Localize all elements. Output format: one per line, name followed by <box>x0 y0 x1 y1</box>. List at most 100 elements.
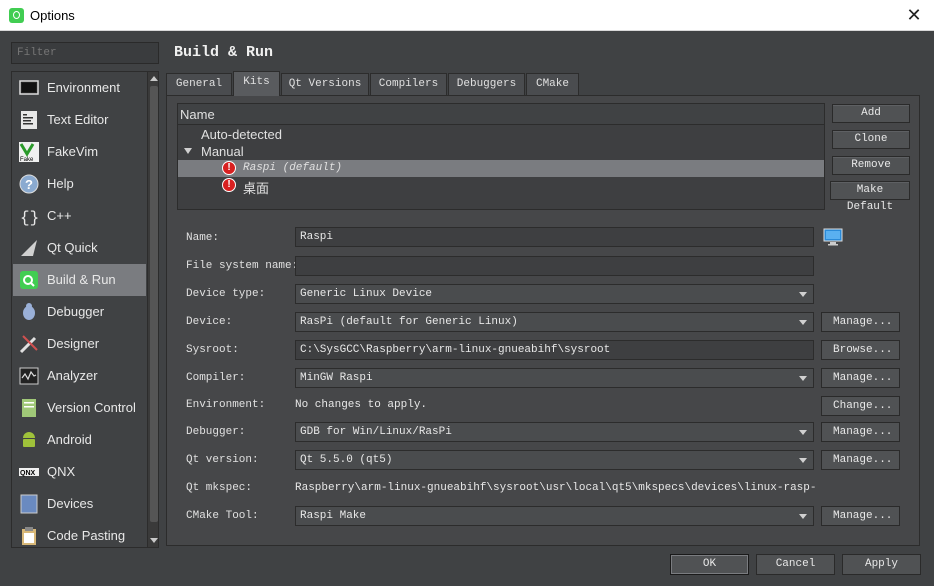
text-editor-icon <box>21 111 37 129</box>
error-icon: ! <box>222 161 236 175</box>
build-run-icon <box>20 271 38 289</box>
cancel-button[interactable]: Cancel <box>756 554 835 575</box>
qt-mkspec-field[interactable]: Raspberry\arm-linux-gnueabihf\sysroot\us… <box>295 482 815 494</box>
chevron-down-icon <box>799 430 807 435</box>
category-list: Environment Text Editor Fake FakeVim ? H… <box>11 71 159 548</box>
qt-version-label: Qt version: <box>186 454 259 466</box>
analyzer-icon <box>19 367 39 385</box>
error-icon: ! <box>222 178 236 192</box>
android-icon <box>23 432 35 447</box>
qt-version-value: Qt 5.5.0 (qt5) <box>300 454 393 466</box>
debugger-label: Debugger: <box>186 426 246 438</box>
category-qt-quick[interactable]: Qt Quick <box>13 232 146 264</box>
chevron-down-icon[interactable] <box>184 148 192 154</box>
sysroot-field[interactable]: C:\SysGCC\Raspberry\arm-linux-gnueabihf\… <box>295 340 814 360</box>
close-icon[interactable]: ✕ <box>894 0 934 31</box>
tree-group-manual[interactable]: Manual <box>178 143 824 160</box>
svg-text:{}: {} <box>20 209 39 226</box>
ok-button[interactable]: OK <box>670 554 749 575</box>
sysroot-label: Sysroot: <box>186 344 239 356</box>
svg-text:?: ? <box>25 177 33 192</box>
scroll-down-icon[interactable] <box>150 538 158 543</box>
qt-creator-app-icon <box>9 8 24 23</box>
clone-button[interactable]: Clone <box>832 130 910 149</box>
device-value: RasPi (default for Generic Linux) <box>300 316 518 328</box>
category-qnx[interactable]: QNX QNX <box>13 456 146 488</box>
cmake-tool-select[interactable]: Raspi Make <box>295 506 814 526</box>
category-designer[interactable]: Designer <box>13 328 146 360</box>
kit-tree: Name Auto-detected Manual ! Raspi (defau… <box>177 103 825 210</box>
tab-qt-versions[interactable]: Qt Versions <box>281 73 369 95</box>
file-system-name-field[interactable] <box>295 256 814 276</box>
page-title: Build & Run <box>174 44 274 61</box>
tab-compilers[interactable]: Compilers <box>370 73 447 95</box>
device-manage-button[interactable]: Manage... <box>821 312 900 332</box>
remove-button[interactable]: Remove <box>832 156 910 175</box>
qt-version-manage-button[interactable]: Manage... <box>821 450 900 470</box>
category-text-editor[interactable]: Text Editor <box>13 104 146 136</box>
debugger-manage-button[interactable]: Manage... <box>821 422 900 442</box>
scrollbar-thumb[interactable] <box>150 86 158 522</box>
category-android[interactable]: Android <box>13 424 146 456</box>
environment-label: Environment: <box>186 399 266 411</box>
category-label: Qt Quick <box>47 240 98 255</box>
category-label: Build & Run <box>47 272 116 287</box>
scroll-up-icon[interactable] <box>150 76 158 81</box>
category-code-pasting[interactable]: Code Pasting <box>13 520 146 547</box>
kit-label: 桌面 <box>243 181 270 196</box>
tree-kit-raspi[interactable]: ! Raspi (default) <box>178 160 824 177</box>
category-label: Analyzer <box>47 368 98 383</box>
device-type-select[interactable]: Generic Linux Device <box>295 284 814 304</box>
category-analyzer[interactable]: Analyzer <box>13 360 146 392</box>
tab-cmake[interactable]: CMake <box>526 73 579 95</box>
add-button[interactable]: Add <box>832 104 910 123</box>
cmake-tool-manage-button[interactable]: Manage... <box>821 506 900 526</box>
window-title: Options <box>30 8 75 23</box>
category-build-run[interactable]: Build & Run <box>13 264 146 296</box>
name-label: Name: <box>186 232 220 244</box>
category-label: Android <box>47 432 92 447</box>
tab-kits[interactable]: Kits <box>233 71 280 96</box>
compiler-manage-button[interactable]: Manage... <box>821 368 900 388</box>
monitor-icon[interactable] <box>823 228 843 246</box>
category-label: Version Control <box>47 400 136 415</box>
debugger-icon <box>23 303 35 320</box>
help-icon: ? <box>19 174 39 194</box>
qt-mkspec-label: Qt mkspec: <box>186 482 253 494</box>
category-label: C++ <box>47 208 72 223</box>
category-devices[interactable]: Devices <box>13 488 146 520</box>
category-cpp[interactable]: {} C++ <box>13 200 146 232</box>
designer-icon <box>19 335 38 354</box>
device-select[interactable]: RasPi (default for Generic Linux) <box>295 312 814 332</box>
filter-input[interactable] <box>11 42 159 64</box>
device-type-value: Generic Linux Device <box>300 288 433 300</box>
name-field[interactable]: Raspi <box>295 227 814 247</box>
category-debugger[interactable]: Debugger <box>13 296 146 328</box>
category-label: Devices <box>47 496 94 511</box>
environment-change-button[interactable]: Change... <box>821 396 900 416</box>
tab-debuggers[interactable]: Debuggers <box>448 73 525 95</box>
tree-group-auto-detected[interactable]: Auto-detected <box>178 126 824 143</box>
tab-general[interactable]: General <box>166 73 232 95</box>
chevron-down-icon <box>799 514 807 519</box>
category-environment[interactable]: Environment <box>13 72 146 104</box>
category-label: Designer <box>47 336 100 351</box>
category-fakevim[interactable]: Fake FakeVim <box>13 136 146 168</box>
cmake-tool-label: CMake Tool: <box>186 510 259 522</box>
debugger-select[interactable]: GDB for Win/Linux/RasPi <box>295 422 814 442</box>
category-version-control[interactable]: Version Control <box>13 392 146 424</box>
device-label: Device: <box>186 316 233 328</box>
chevron-down-icon <box>799 320 807 325</box>
category-help[interactable]: ? Help <box>13 168 146 200</box>
cmake-tool-value: Raspi Make <box>300 510 367 522</box>
sysroot-browse-button[interactable]: Browse... <box>821 340 900 360</box>
make-default-button[interactable]: Make Default <box>830 181 910 213</box>
qt-version-select[interactable]: Qt 5.5.0 (qt5) <box>295 450 814 470</box>
tree-kit-desktop[interactable]: ! 桌面 <box>178 177 824 196</box>
compiler-select[interactable]: MinGW Raspi <box>295 368 814 388</box>
svg-text:QNX: QNX <box>20 470 36 477</box>
apply-button[interactable]: Apply <box>842 554 921 575</box>
compiler-value: MinGW Raspi <box>300 372 373 384</box>
category-scrollbar[interactable] <box>147 72 158 547</box>
category-label: Text Editor <box>47 112 109 127</box>
